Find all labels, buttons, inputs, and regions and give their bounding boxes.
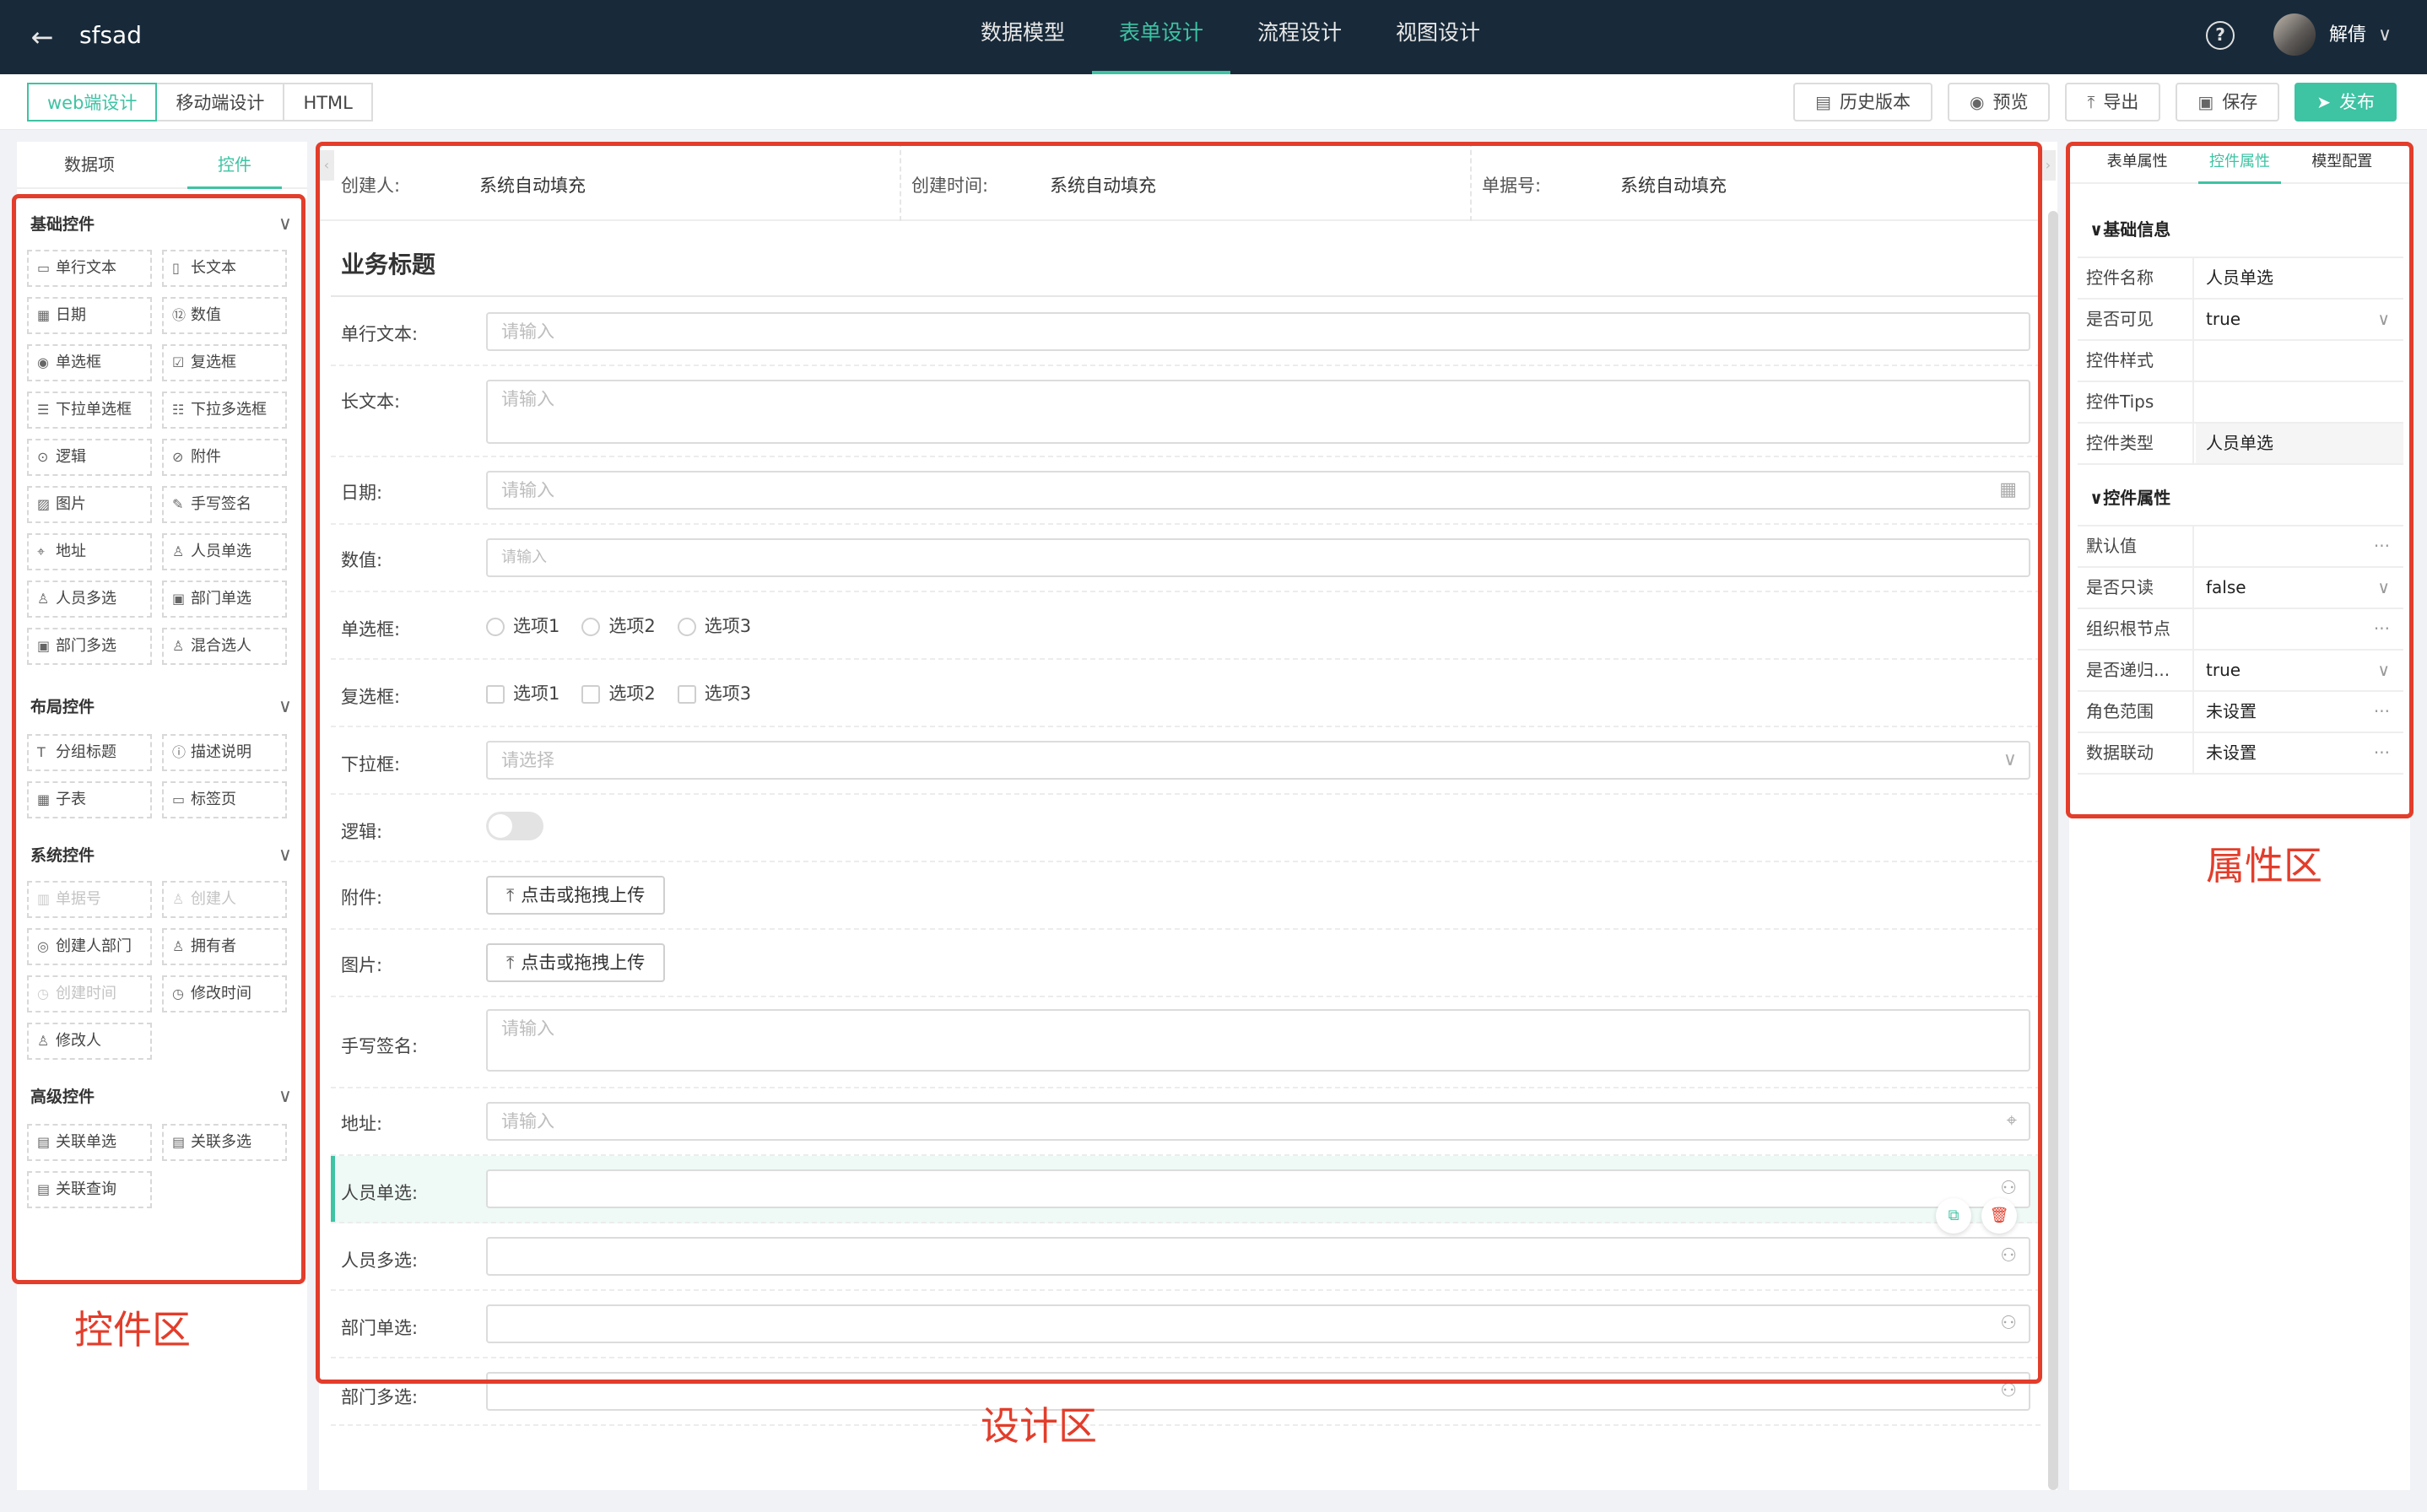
tab-controls[interactable]: 控件 xyxy=(162,142,307,189)
field-label: 部门多选: xyxy=(341,1387,419,1407)
tab-data-items[interactable]: 数据项 xyxy=(17,142,162,187)
save-button[interactable]: ▣ 保存 xyxy=(2176,83,2280,122)
annotation-box-design xyxy=(316,142,2042,1384)
tab-form-design[interactable]: 表单设计 xyxy=(1092,0,1231,74)
app-title: sfsad xyxy=(79,21,142,49)
annotation-label-design: 设计区 xyxy=(981,1403,1097,1449)
top-bar: ← sfsad 数据模型 表单设计 流程设计 视图设计 ? 解倩 ∨ xyxy=(0,0,2427,74)
send-icon: ➤ xyxy=(2316,92,2331,112)
annotation-label-properties: 属性区 xyxy=(2206,843,2322,888)
user-name[interactable]: 解倩 xyxy=(2329,19,2366,52)
annotation-box-controls xyxy=(12,194,305,1284)
preview-button[interactable]: ◉ 预览 xyxy=(1948,83,2051,122)
design-toolbar: web端设计 移动端设计 HTML ▤ 历史版本 ◉ 预览 ⤒ 导出 ▣ 保存 ➤ 发布 xyxy=(0,74,2427,130)
mode-web[interactable]: web端设计 xyxy=(27,83,158,122)
help-icon[interactable]: ? xyxy=(2206,21,2235,50)
publish-button[interactable]: ➤ 发布 xyxy=(2295,83,2397,122)
history-icon: ▤ xyxy=(1815,92,1832,112)
eye-icon: ◉ xyxy=(1970,92,1985,112)
canvas-scrollbar[interactable] xyxy=(2048,211,2058,1490)
export-label: 导出 xyxy=(2103,92,2139,112)
export-icon: ⤒ xyxy=(2087,92,2095,112)
design-mode-switch: web端设计 移动端设计 HTML xyxy=(27,83,373,122)
tab-flow-design[interactable]: 流程设计 xyxy=(1230,0,1369,74)
avatar[interactable] xyxy=(2273,14,2316,56)
annotation-label-controls: 控件区 xyxy=(74,1307,191,1353)
save-icon: ▣ xyxy=(2197,92,2214,112)
annotation-box-properties xyxy=(2066,142,2413,818)
collapse-right-icon[interactable]: › xyxy=(2041,150,2056,181)
toolbar-actions: ▤ 历史版本 ◉ 预览 ⤒ 导出 ▣ 保存 ➤ 发布 xyxy=(1793,83,2397,122)
mode-html[interactable]: HTML xyxy=(283,83,373,122)
export-button[interactable]: ⤒ 导出 xyxy=(2065,83,2161,122)
publish-label: 发布 xyxy=(2339,92,2375,112)
preview-label: 预览 xyxy=(1992,92,2029,112)
save-label: 保存 xyxy=(2222,92,2258,112)
history-button[interactable]: ▤ 历史版本 xyxy=(1793,83,1933,122)
tab-data-model[interactable]: 数据模型 xyxy=(954,0,1092,74)
arrow-left-icon[interactable]: ← xyxy=(24,19,61,56)
chevron-down-icon[interactable]: ∨ xyxy=(2378,19,2392,52)
mode-mobile[interactable]: 移动端设计 xyxy=(155,83,285,122)
history-label: 历史版本 xyxy=(1840,92,1911,112)
top-nav: 数据模型 表单设计 流程设计 视图设计 xyxy=(954,0,1507,74)
tab-view-design[interactable]: 视图设计 xyxy=(1369,0,1507,74)
left-tabs: 数据项 控件 xyxy=(17,142,307,189)
